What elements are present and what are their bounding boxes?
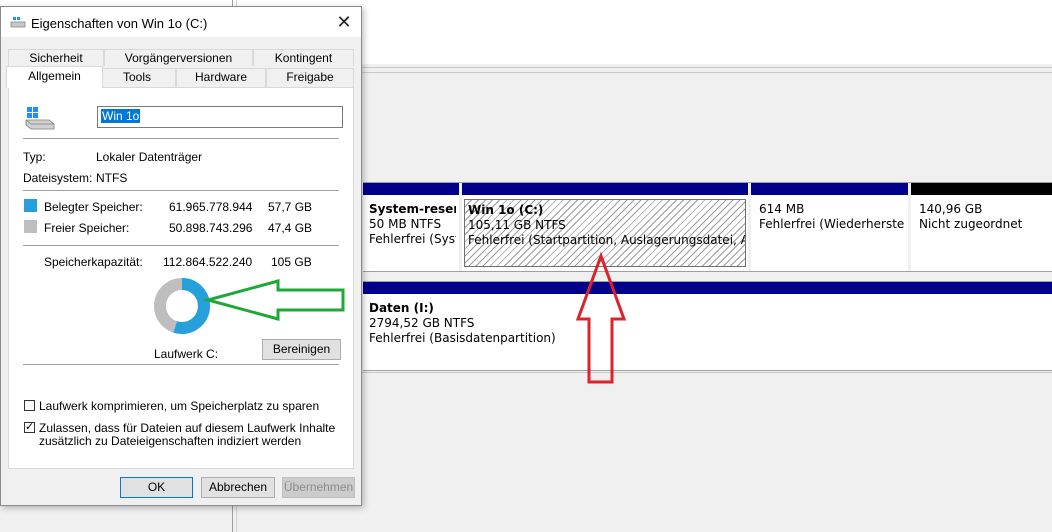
drive-icon bbox=[25, 107, 55, 130]
divider-line bbox=[362, 72, 1052, 73]
free-gb: 47,4 GB bbox=[268, 221, 313, 235]
free-bytes: 50.898.743.296 bbox=[169, 221, 253, 235]
drive-name-input[interactable]: Win 1o bbox=[97, 106, 343, 128]
capacity-label: Speicherkapazität: bbox=[44, 255, 143, 269]
cleanup-button-label: Bereinigen bbox=[272, 342, 331, 356]
ok-button-label: OK bbox=[147, 480, 166, 494]
apply-button[interactable]: Übernehmen bbox=[282, 477, 355, 498]
partition-size: 105,11 GB NTFS bbox=[468, 218, 566, 232]
index-label-line2: zusätzlich zu Dateieigenschaften indizie… bbox=[39, 434, 302, 448]
index-checkbox[interactable] bbox=[24, 420, 35, 433]
tab-allgemein[interactable]: Allgemein bbox=[6, 66, 103, 88]
divider bbox=[23, 138, 339, 139]
tab-freigabe[interactable]: Freigabe bbox=[266, 68, 354, 87]
partition-daten-i[interactable]: Daten (I:) 2794,52 GB NTFS Fehlerfrei (B… bbox=[363, 282, 1052, 370]
partition-system-reserved[interactable]: System-reserv 50 MB NTFS Fehlerfrei (Sys… bbox=[363, 183, 459, 271]
partition-status: Nicht zugeordnet bbox=[919, 217, 1023, 231]
partition-title: System-reserv bbox=[369, 202, 456, 216]
index-label-line1: Zulassen, dass für Dateien auf diesem La… bbox=[39, 421, 336, 435]
red-arrow-annotation bbox=[575, 251, 627, 384]
partition-recovery[interactable]: 614 MB Fehlerfrei (Wiederherstellun bbox=[751, 183, 908, 271]
partition-title: Win 1o (C:) bbox=[468, 203, 544, 217]
cancel-button-label: Abbrechen bbox=[208, 480, 268, 494]
used-bytes: 61.965.778.944 bbox=[169, 200, 253, 214]
used-gb: 57,7 GB bbox=[268, 200, 313, 214]
cleanup-button[interactable]: Bereinigen bbox=[262, 339, 341, 360]
divider-line bbox=[362, 372, 1052, 373]
used-color-swatch bbox=[24, 199, 37, 212]
partition-bar bbox=[462, 183, 748, 195]
partition-size: 2794,52 GB NTFS bbox=[369, 316, 475, 330]
partition-unallocated[interactable]: 140,96 GB Nicht zugeordnet bbox=[911, 183, 1052, 271]
type-label: Typ: bbox=[23, 150, 46, 164]
compress-checkbox[interactable] bbox=[24, 400, 35, 411]
ok-button[interactable]: OK bbox=[120, 477, 193, 498]
divider bbox=[23, 364, 339, 365]
tab-tools[interactable]: Tools bbox=[98, 68, 176, 87]
filesystem-value: NTFS bbox=[96, 171, 128, 185]
tab-label: Sicherheit bbox=[29, 51, 83, 65]
tab-hardware[interactable]: Hardware bbox=[176, 68, 266, 87]
partition-bar bbox=[751, 183, 908, 195]
divider bbox=[23, 245, 339, 246]
close-icon: ✕ bbox=[336, 12, 352, 32]
apply-button-label: Übernehmen bbox=[283, 480, 354, 494]
tab-kontingent[interactable]: Kontingent bbox=[253, 49, 354, 66]
capacity-bytes: 112.864.522.240 bbox=[163, 255, 253, 269]
partition-status: Fehlerfrei (Basisdatenpartition) bbox=[369, 331, 556, 345]
cancel-button[interactable]: Abbrechen bbox=[201, 477, 275, 498]
partition-size: 50 MB NTFS bbox=[369, 217, 442, 231]
tab-label: Allgemein bbox=[28, 69, 81, 83]
title-bar: Eigenschaften von Win 1o (C:) ✕ bbox=[1, 7, 361, 37]
partition-size: 140,96 GB bbox=[919, 202, 983, 216]
partition-status: Fehlerfrei (Startpartition, Auslagerungs… bbox=[468, 233, 745, 247]
partition-status: Fehlerfrei (Syste bbox=[369, 232, 456, 246]
capacity-gb: 105 GB bbox=[271, 255, 312, 269]
used-label: Belegter Speicher: bbox=[44, 200, 143, 214]
partition-bar bbox=[363, 282, 1052, 294]
close-button[interactable]: ✕ bbox=[333, 11, 355, 33]
drive-name-value: Win 1o bbox=[101, 109, 141, 123]
partition-size: 614 MB bbox=[759, 202, 805, 216]
dialog-title: Eigenschaften von Win 1o (C:) bbox=[31, 16, 208, 31]
green-arrow-annotation bbox=[202, 279, 345, 321]
partition-bar bbox=[911, 183, 1052, 195]
drive-label: Laufwerk C: bbox=[154, 347, 219, 361]
tab-label: Vorgängerversionen bbox=[124, 51, 233, 65]
properties-dialog: Eigenschaften von Win 1o (C:) ✕ Sicherhe… bbox=[0, 6, 362, 506]
compress-label: Laufwerk komprimieren, um Speicherplatz … bbox=[39, 399, 320, 413]
tab-label: Hardware bbox=[194, 70, 248, 84]
free-color-swatch bbox=[24, 220, 37, 233]
partition-title: Daten (I:) bbox=[369, 301, 434, 315]
partition-bar bbox=[363, 183, 459, 195]
disk-1-row: Daten (I:) 2794,52 GB NTFS Fehlerfrei (B… bbox=[363, 281, 1052, 371]
tab-sicherheit[interactable]: Sicherheit bbox=[8, 49, 104, 66]
free-label: Freier Speicher: bbox=[44, 221, 130, 235]
tab-label: Kontingent bbox=[274, 51, 333, 65]
tab-label: Freigabe bbox=[286, 70, 334, 84]
type-value: Lokaler Datenträger bbox=[96, 150, 203, 164]
tab-label: Tools bbox=[122, 70, 151, 84]
drive-icon bbox=[10, 17, 26, 28]
partition-status: Fehlerfrei (Wiederherstellun bbox=[759, 217, 905, 231]
disk-0-row: System-reserv 50 MB NTFS Fehlerfrei (Sys… bbox=[363, 182, 1052, 272]
filesystem-label: Dateisystem: bbox=[23, 171, 93, 185]
divider-line bbox=[362, 67, 1052, 68]
tab-vorgaengerversionen[interactable]: Vorgängerversionen bbox=[104, 49, 253, 66]
divider bbox=[23, 190, 339, 191]
